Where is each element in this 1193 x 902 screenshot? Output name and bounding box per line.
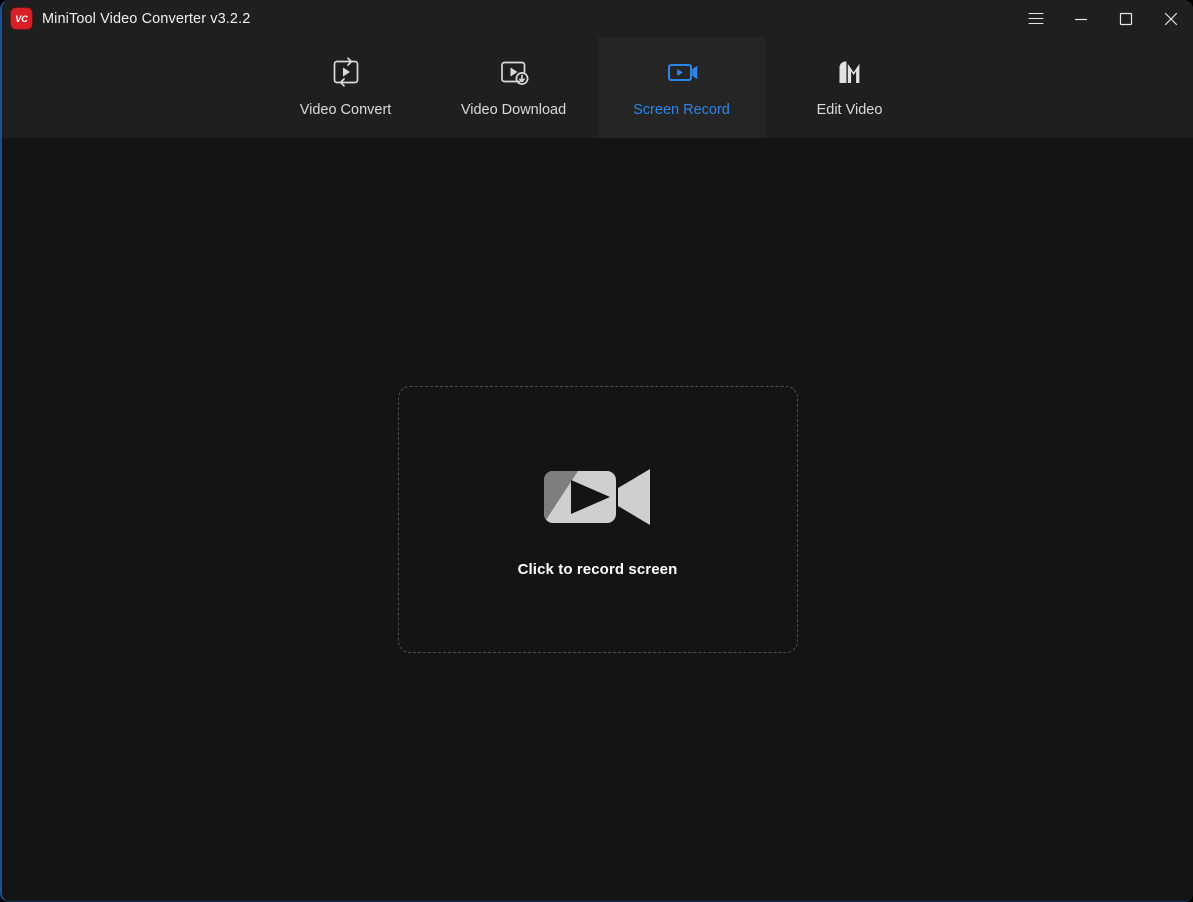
camcorder-icon	[542, 461, 654, 533]
close-button[interactable]	[1148, 0, 1193, 37]
screen-record-icon	[664, 52, 700, 92]
minimize-button[interactable]	[1058, 0, 1103, 37]
video-download-icon	[496, 52, 532, 92]
record-dropzone[interactable]: Click to record screen	[397, 386, 798, 653]
dropzone-label: Click to record screen	[517, 561, 678, 578]
window-title: MiniTool Video Converter v3.2.2	[42, 10, 251, 27]
app-window: VC MiniTool Video Converter v3.2.2 Video…	[0, 0, 1193, 902]
hamburger-menu-icon	[1027, 12, 1044, 25]
svg-text:VC: VC	[15, 14, 28, 24]
menu-button[interactable]	[1013, 0, 1058, 37]
close-icon	[1164, 12, 1178, 26]
tab-edit-video[interactable]: Edit Video	[766, 37, 934, 138]
tab-screen-record[interactable]: Screen Record	[597, 37, 766, 138]
tab-video-download[interactable]: Video Download	[430, 37, 598, 138]
tab-label: Screen Record	[633, 102, 730, 118]
maximize-button[interactable]	[1103, 0, 1148, 37]
tab-label: Video Convert	[299, 102, 392, 118]
minimize-icon	[1074, 13, 1088, 25]
tab-label: Video Download	[460, 102, 567, 118]
vc-logo-icon: VC	[11, 8, 32, 29]
window-controls	[1013, 0, 1193, 37]
main-content: Click to record screen	[2, 138, 1193, 901]
maximize-icon	[1119, 12, 1133, 26]
main-nav-tabs: Video Convert Video Download Screen Reco…	[2, 37, 1193, 138]
video-convert-icon	[328, 52, 364, 92]
title-bar: VC MiniTool Video Converter v3.2.2	[2, 0, 1193, 37]
edit-video-icon	[833, 52, 867, 92]
tab-video-convert[interactable]: Video Convert	[262, 37, 430, 138]
tab-label: Edit Video	[816, 102, 883, 118]
